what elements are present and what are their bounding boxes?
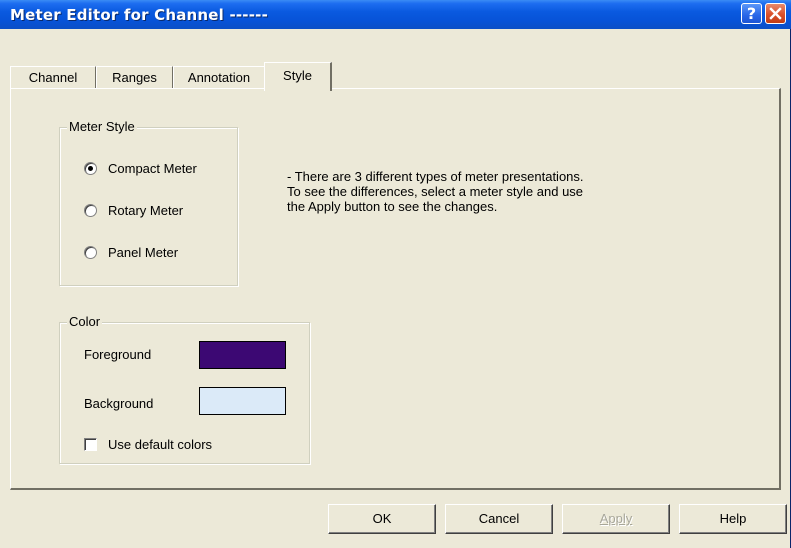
help-button[interactable]: Help xyxy=(679,504,787,534)
apply-button[interactable]: Apply xyxy=(562,504,670,534)
foreground-color-swatch[interactable] xyxy=(199,341,286,369)
color-legend: Color xyxy=(67,314,103,329)
radio-selected-dot xyxy=(88,166,93,171)
title-bar[interactable]: Meter Editor for Channel ------ ? xyxy=(0,0,791,29)
tab-channel[interactable]: Channel xyxy=(10,66,96,89)
style-description: - There are 3 different types of meter p… xyxy=(287,169,584,214)
use-default-colors-label: Use default colors xyxy=(108,437,213,452)
meter-editor-dialog: Meter Editor for Channel ------ ? Channe… xyxy=(0,0,791,548)
tab-ranges[interactable]: Ranges xyxy=(96,66,173,89)
radio-label-rotary-meter: Rotary Meter xyxy=(108,203,184,218)
window-title: Meter Editor for Channel ------ xyxy=(10,6,268,24)
color-group: Color Foreground Background Use default … xyxy=(59,314,310,464)
meter-style-legend: Meter Style xyxy=(67,119,137,134)
radio-label-panel-meter: Panel Meter xyxy=(108,245,179,260)
description-line: - There are 3 different types of meter p… xyxy=(287,169,584,184)
tab-style[interactable]: Style xyxy=(264,62,332,91)
description-line: To see the differences, select a meter s… xyxy=(287,184,584,199)
foreground-label: Foreground xyxy=(84,347,152,362)
help-icon[interactable]: ? xyxy=(741,3,762,24)
radio-button[interactable] xyxy=(84,204,97,217)
tab-annotation[interactable]: Annotation xyxy=(173,66,265,89)
background-label: Background xyxy=(84,396,154,411)
radio-button[interactable] xyxy=(84,246,97,259)
ok-button[interactable]: OK xyxy=(328,504,436,534)
radio-button[interactable] xyxy=(84,162,97,175)
description-line: the Apply button to see the changes. xyxy=(287,199,498,214)
background-color-swatch[interactable] xyxy=(199,387,286,415)
checkbox[interactable] xyxy=(84,438,97,451)
radio-label-compact-meter: Compact Meter xyxy=(108,161,197,176)
meter-style-group: Meter Style Compact Meter Rotary Meter P… xyxy=(59,119,238,286)
cancel-button[interactable]: Cancel xyxy=(445,504,553,534)
close-icon[interactable] xyxy=(765,3,786,24)
